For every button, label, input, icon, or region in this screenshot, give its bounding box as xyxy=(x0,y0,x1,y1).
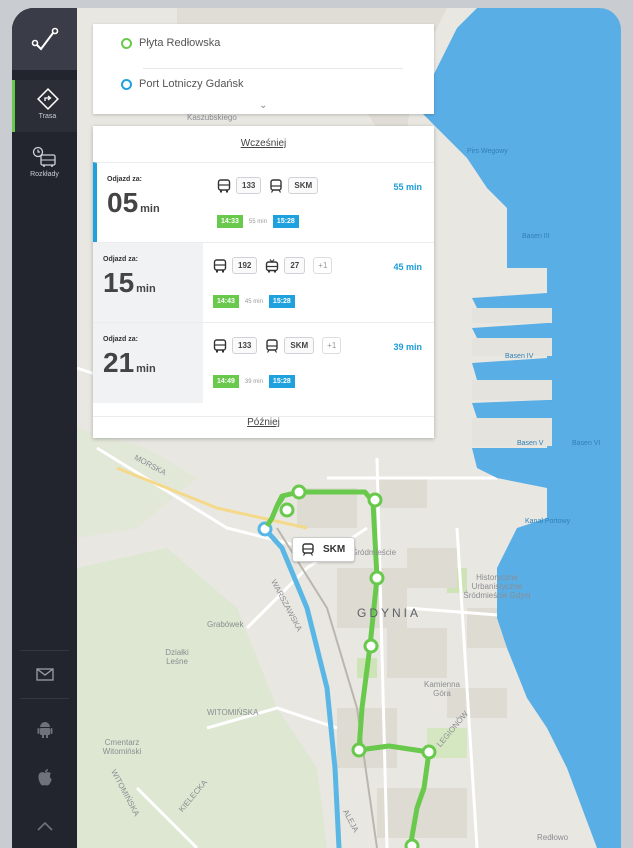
bus-icon xyxy=(217,178,231,192)
departure-time: 14:49 xyxy=(213,375,239,388)
time-range: 14:33 55 min 15:28 xyxy=(217,215,299,228)
mail-button[interactable] xyxy=(12,668,77,681)
departure-minutes: 21 min xyxy=(103,347,156,378)
departure-box: Odjazd za: 21 min xyxy=(93,323,203,403)
train-icon xyxy=(270,178,283,193)
sidebar: Trasa Rozkłady xyxy=(12,8,80,848)
travel-time: 39 min xyxy=(244,378,263,385)
map-label: Grabówek xyxy=(207,620,244,629)
app-logo[interactable] xyxy=(12,8,77,70)
origin-text: Płyta Redłowska xyxy=(139,37,221,49)
departure-box: Odjazd za: 15 min xyxy=(93,243,203,323)
route-duration: 39 min xyxy=(393,342,422,352)
results-panel: Wcześniej Odjazd za: 05 min 133 SKM 55 mi… xyxy=(93,126,434,438)
more-transfers-badge: +1 xyxy=(313,257,333,274)
android-app-button[interactable] xyxy=(12,720,77,738)
vehicle-list: 192 27 +1 xyxy=(213,257,333,274)
apple-icon xyxy=(37,769,52,786)
route-duration: 45 min xyxy=(393,262,422,272)
route-search-card: Płyta Redłowska Port Lotniczy Gdańsk ⌄ xyxy=(93,24,434,114)
map-label: Basen V xyxy=(517,440,544,447)
expand-chevron-icon[interactable]: ⌄ xyxy=(259,100,267,111)
sidebar-item-rozklady[interactable]: Rozkłady xyxy=(12,140,77,192)
map-label: Kamienna Góra xyxy=(423,680,461,698)
departure-label: Odjazd za: xyxy=(107,176,143,183)
map-label: Cmentarz Witomiński xyxy=(102,738,142,756)
map-city-label: GDYNIA xyxy=(357,606,422,620)
travel-time: 45 min xyxy=(244,298,263,305)
vehicle-list: 133 SKM +1 xyxy=(213,337,342,354)
line-badge: 133 xyxy=(236,177,262,194)
origin-field[interactable]: Płyta Redłowska xyxy=(121,37,220,49)
mail-icon xyxy=(35,668,54,681)
departure-minutes: 15 min xyxy=(103,267,156,298)
departure-label: Odjazd za: xyxy=(103,336,139,343)
map-label: Redłowo xyxy=(537,833,569,842)
time-range: 14:43 45 min 15:28 xyxy=(213,295,295,308)
more-transfers-badge: +1 xyxy=(322,337,342,354)
sidebar-item-label: Rozkłady xyxy=(30,171,59,178)
app-window: Trasa Rozkłady Kaszubskiego Pirs Wegowy … xyxy=(12,8,621,848)
earlier-link[interactable]: Wcześniej xyxy=(93,138,434,149)
departure-minutes: 05 min xyxy=(107,187,160,218)
map-label: Basen III xyxy=(522,233,550,240)
trolleybus-icon xyxy=(266,258,279,272)
time-range: 14:49 39 min 15:28 xyxy=(213,375,295,388)
android-icon xyxy=(37,722,52,738)
schedule-icon xyxy=(32,146,56,167)
arrival-time: 15:28 xyxy=(268,375,295,388)
route-duration: 55 min xyxy=(393,182,422,192)
travel-time: 55 min xyxy=(248,218,267,225)
bus-icon xyxy=(213,338,227,352)
line-badge: SKM xyxy=(284,337,315,354)
map-label: WITOMIŃSKA xyxy=(207,708,259,717)
map-label: Działki Leśne xyxy=(165,648,189,666)
sidebar-divider xyxy=(20,650,69,651)
later-link[interactable]: Później xyxy=(93,416,434,428)
arrival-time: 15:28 xyxy=(268,295,295,308)
skm-map-tag[interactable]: SKM xyxy=(292,537,356,562)
chevron-up-icon xyxy=(36,822,53,831)
destination-field[interactable]: Port Lotniczy Gdańsk xyxy=(121,78,244,90)
arrival-time: 15:28 xyxy=(272,215,299,228)
route-option[interactable]: Odjazd za: 05 min 133 SKM 55 min 14:33 55… xyxy=(93,162,434,243)
train-icon xyxy=(266,338,279,353)
route-option[interactable]: Odjazd za: 21 min 133 SKM +1 39 min 14:49… xyxy=(93,322,434,403)
map-label: Basen VI xyxy=(572,440,601,447)
destination-dot-icon xyxy=(121,78,132,90)
destination-text: Port Lotniczy Gdańsk xyxy=(139,78,244,90)
departure-time: 14:33 xyxy=(217,215,243,228)
map-label: Kaszubskiego xyxy=(187,113,237,122)
line-badge: 133 xyxy=(232,337,258,354)
map-label: Basen IV xyxy=(505,353,534,360)
map-label: Historyczne Urbanistyczne Śródmieście Gd… xyxy=(463,573,531,600)
departure-label: Odjazd za: xyxy=(103,256,139,263)
departure-time: 14:43 xyxy=(213,295,239,308)
departure-box: Odjazd za: 05 min xyxy=(97,163,207,243)
map-label: Kanał Portowy xyxy=(525,518,571,525)
logo-route-icon xyxy=(31,27,58,51)
sidebar-item-label: Trasa xyxy=(38,113,57,120)
route-icon xyxy=(36,88,59,110)
sidebar-item-trasa[interactable]: Trasa xyxy=(12,80,80,132)
route-option[interactable]: Odjazd za: 15 min 192 27 +1 45 min 14:43 … xyxy=(93,242,434,323)
line-badge: 27 xyxy=(284,257,306,274)
origin-dot-icon xyxy=(121,37,132,49)
map-label: Pirs Wegowy xyxy=(467,148,508,155)
map-label: Śródmieście xyxy=(352,548,397,557)
bus-icon xyxy=(213,258,227,272)
sidebar-divider xyxy=(20,698,69,699)
train-icon xyxy=(302,543,314,556)
vehicle-list: 133 SKM xyxy=(217,177,326,194)
ios-app-button[interactable] xyxy=(12,768,77,787)
scroll-top-button[interactable] xyxy=(12,822,77,831)
skm-tag-label: SKM xyxy=(323,544,346,555)
field-divider xyxy=(143,68,403,69)
line-badge: 192 xyxy=(232,257,258,274)
line-badge: SKM xyxy=(288,177,319,194)
